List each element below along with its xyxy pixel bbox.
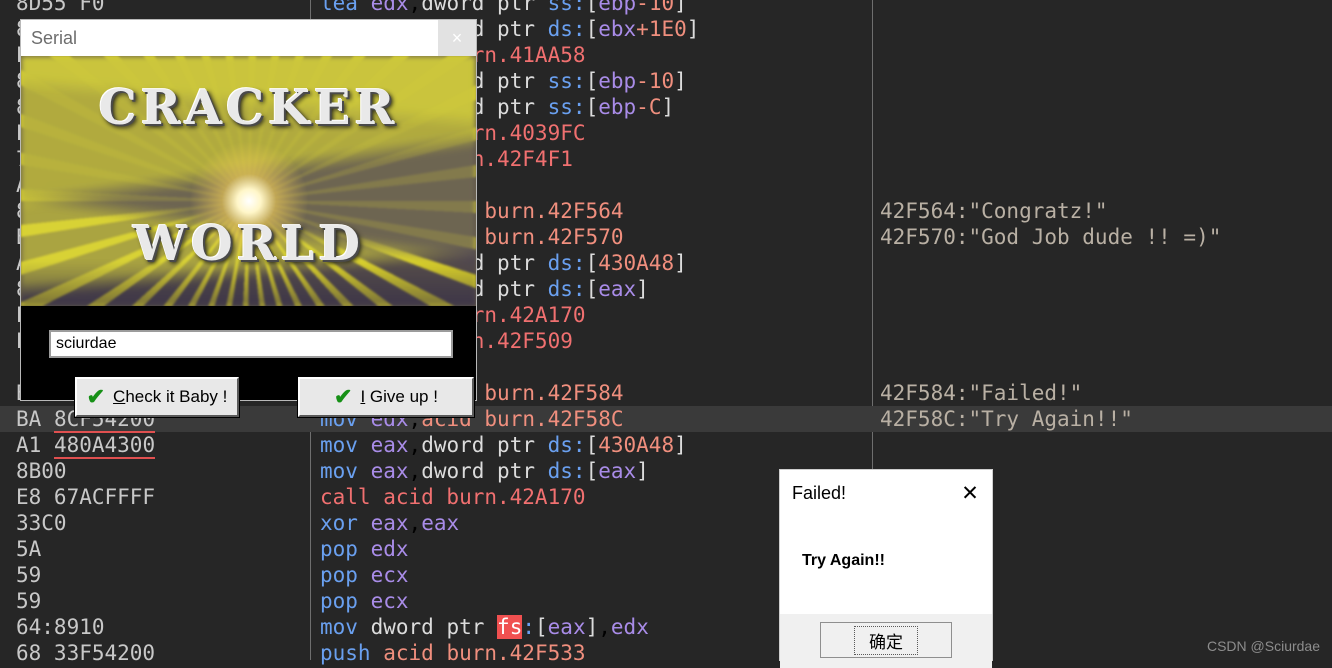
row-bytes: 59 [16,563,42,587]
failed-dialog-title: Failed! [792,482,847,503]
ok-button[interactable]: 确定 [820,622,952,658]
row-bytes: 64:8910 [16,615,105,639]
close-icon[interactable]: × [438,20,476,56]
row-bytes: 8B00 [16,459,67,483]
close-icon[interactable]: ✕ [948,481,992,506]
table-row[interactable]: 8D55 F0 lea edx,dword ptr ss:[ebp-10] [0,0,1332,16]
row-bytes: 8D55 F0 [16,0,105,15]
banner-word-top: CRACKER [98,80,399,136]
row-comment: 42F570:"God Job dude !! =)" [880,225,1222,249]
row-bytes: 33C0 [16,511,67,535]
watermark: CSDN @Sciurdae [1206,638,1320,654]
table-row[interactable]: 59 pop ecx [0,588,1332,614]
failed-dialog-titlebar: Failed! ✕ [780,470,992,516]
failed-dialog-message: Try Again!! [802,552,885,569]
row-bytes: 68 33F54200 [16,641,156,665]
table-row[interactable]: E8 67ACFFFF call acid burn.42A170 [0,484,1332,510]
checkmark-icon: ✔ [334,384,353,409]
table-row[interactable]: 8B00mov eax,dword ptr ds:[eax] [0,458,1332,484]
splash-banner: CRACKER WORLD [21,56,476,306]
row-bytes: A1 480A4300 [16,433,156,459]
serial-input-value: sciurdae [56,335,117,352]
checkmark-icon: ✔ [86,384,106,409]
serial-window-title: Serial [31,27,78,48]
table-row[interactable]: 5A pop edx [0,536,1332,562]
row-bytes: 59 [16,589,42,613]
serial-input[interactable]: sciurdae [49,330,453,358]
row-comment: 42F584:"Failed!" [880,381,1083,405]
table-row[interactable]: 33C0 xor eax,eax [0,510,1332,536]
serial-window[interactable]: Serial × CRACKER WORLD sciurdae ✔ Check … [21,20,476,417]
row-comment: 42F58C:"Try Again!!" [880,407,1133,431]
serial-window-titlebar[interactable]: Serial × [21,20,476,56]
row-comment: 42F564:"Congratz!" [880,199,1108,223]
ok-button-label: 确定 [854,625,918,655]
check-it-baby-button[interactable]: ✔ Check it Baby ! [75,377,239,417]
check-button-label: Check it Baby ! [113,387,228,406]
table-row[interactable]: 64:8910 mov dword ptr fs:[eax],edx [0,614,1332,640]
failed-dialog[interactable]: Failed! ✕ Try Again!! 确定 [780,470,992,668]
table-row[interactable]: 68 33F54200 push acid burn.42F533 [0,640,1332,666]
row-instruction: lea edx,dword ptr ss:[ebp-10] [320,0,687,15]
giveup-button-label: I Give up ! [360,387,438,406]
i-give-up-button[interactable]: ✔ I Give up ! [298,377,474,417]
banner-word-bottom: WORLD [133,216,364,272]
table-row[interactable]: 59 pop ecx [0,562,1332,588]
table-row[interactable]: A1 480A4300 mov eax,dword ptr ds:[430A48] [0,432,1332,459]
row-instruction: mov eax,dword ptr ds:[430A48] [320,433,687,457]
row-bytes: E8 67ACFFFF [16,485,156,509]
row-bytes: 5A [16,537,42,561]
failed-dialog-body: Try Again!! [780,516,992,614]
